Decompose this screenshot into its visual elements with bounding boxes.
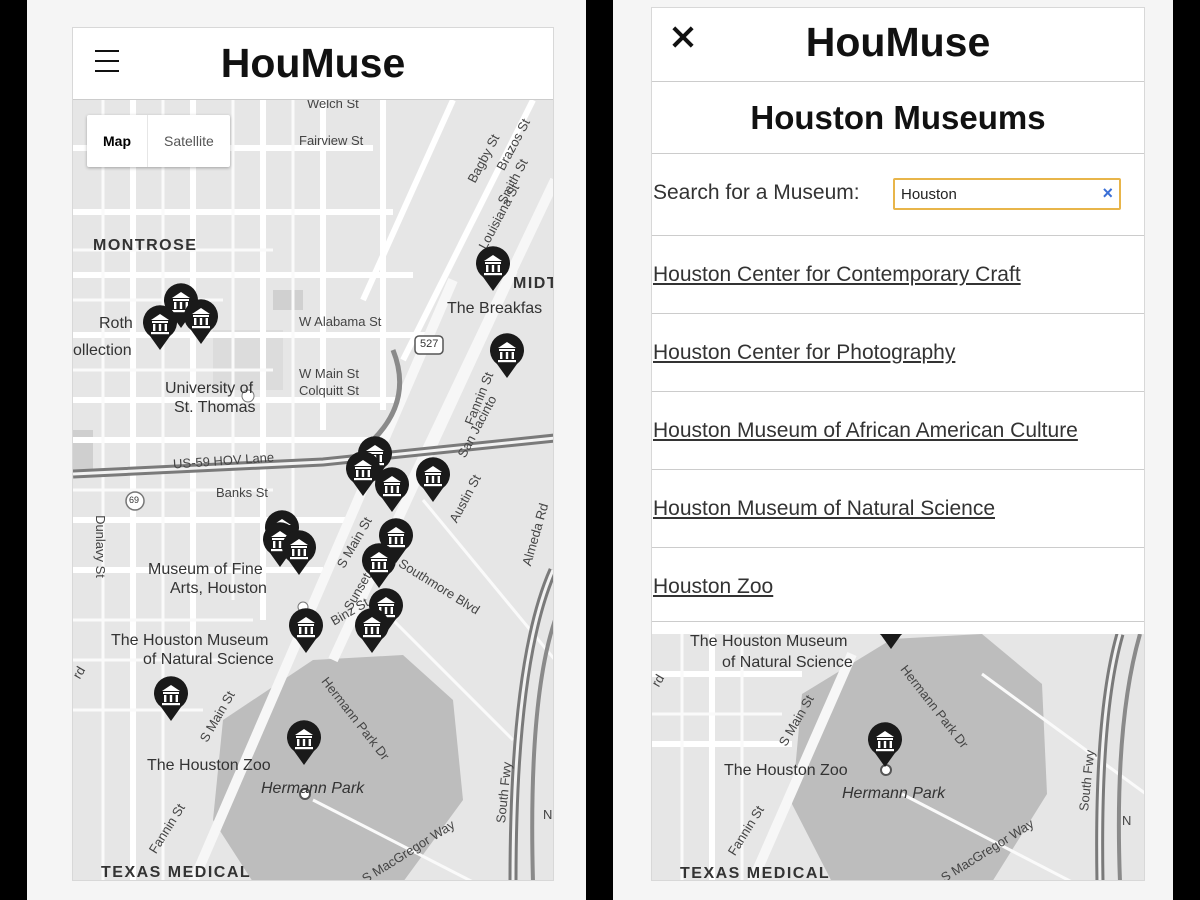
place-label: The Houston Museum <box>690 634 848 650</box>
museum-map[interactable]: Map Satellite Welch St Fairview St Bagby… <box>73 100 553 881</box>
museum-result-link[interactable]: Houston Center for Photography <box>653 341 955 365</box>
museum-pin-icon[interactable] <box>353 608 391 654</box>
place-label: St. Thomas <box>174 399 256 416</box>
museum-pin-icon[interactable] <box>182 299 220 345</box>
list-item: Houston Center for Photography <box>652 314 1144 392</box>
museum-pin-icon[interactable] <box>414 457 452 503</box>
phone-menu-view: HouMuse Houston Museums Search for a Mus… <box>651 7 1145 881</box>
place-label: University of <box>165 380 254 397</box>
museum-pin-icon[interactable] <box>474 246 512 292</box>
street-label: W Main St <box>299 366 359 381</box>
street-label: Welch St <box>307 100 359 111</box>
museum-pin-icon[interactable] <box>285 720 323 766</box>
list-item: Houston Museum of African American Cultu… <box>652 392 1144 470</box>
search-box: × <box>893 178 1121 210</box>
museum-search-input[interactable] <box>901 183 1091 205</box>
search-label: Search for a Museum: <box>653 181 860 204</box>
place-label: ollection <box>73 342 132 359</box>
map-type-control: Map Satellite <box>87 115 230 167</box>
museum-pin-icon[interactable] <box>872 634 910 650</box>
museum-pin-icon[interactable] <box>141 305 179 351</box>
museum-map[interactable]: The Houston Museum of Natural Science S … <box>652 634 1144 881</box>
list-item: Houston Museum of Natural Science <box>652 470 1144 548</box>
street-label: N <box>1122 813 1132 828</box>
museum-result-link[interactable]: Houston Museum of Natural Science <box>653 497 995 521</box>
museum-result-link[interactable]: Houston Zoo <box>653 575 773 599</box>
place-label: Museum of Fine <box>148 561 263 578</box>
app-title: HouMuse <box>805 19 991 65</box>
museum-pin-icon[interactable] <box>280 530 318 576</box>
place-label: The Houston Zoo <box>724 762 848 779</box>
route-number: 69 <box>129 495 140 505</box>
place-label: The Houston Museum <box>111 632 269 649</box>
museum-result-link[interactable]: Houston Museum of African American Cultu… <box>653 419 1078 443</box>
street-label: Fairview St <box>299 133 364 148</box>
museum-pin-icon[interactable] <box>373 467 411 513</box>
place-label: of Natural Science <box>143 651 274 668</box>
street-label: Colquitt St <box>299 383 359 398</box>
street-label: N <box>543 807 553 822</box>
street-label: W Alabama St <box>299 314 382 329</box>
museum-pin-icon[interactable] <box>152 676 190 722</box>
street-label: Dunlavy St <box>92 515 108 578</box>
museum-pin-icon[interactable] <box>866 722 904 768</box>
menu-heading: Houston Museums <box>652 82 1144 154</box>
list-item: Houston Center for Contemporary Craft <box>652 236 1144 314</box>
museum-menu: Houston Museums Search for a Museum: × H… <box>652 82 1144 622</box>
park-label: Hermann Park <box>842 785 946 802</box>
place-label: of Natural Science <box>722 654 853 671</box>
app-title: HouMuse <box>220 40 406 86</box>
map-type-satellite-button[interactable]: Satellite <box>147 115 230 167</box>
search-row: Search for a Museum: × <box>652 154 1144 236</box>
map-type-map-button[interactable]: Map <box>87 115 147 167</box>
place-label: The Breakfas <box>447 300 543 317</box>
right-screen: HouMuse Houston Museums Search for a Mus… <box>613 0 1173 900</box>
list-item: Houston Zoo <box>652 548 1144 622</box>
museum-pin-icon[interactable] <box>287 608 325 654</box>
street-label: Banks St <box>216 485 269 500</box>
area-label: TEXAS MEDICAL <box>680 865 831 881</box>
place-label: The Houston Zoo <box>147 757 271 774</box>
place-label: Roth <box>99 315 133 332</box>
app-header: HouMuse <box>73 28 553 100</box>
route-number: 527 <box>420 338 439 350</box>
phone-map-view: HouMuse Map Satellite Welch St Fairview … <box>72 27 554 881</box>
app-header: HouMuse <box>652 8 1144 82</box>
park-label: Hermann Park <box>261 780 365 797</box>
museum-result-link[interactable]: Houston Center for Contemporary Craft <box>653 263 1021 287</box>
area-label: MIDTO <box>513 275 553 292</box>
museum-pin-icon[interactable] <box>360 543 398 589</box>
museum-pin-icon[interactable] <box>488 333 526 379</box>
area-label: MONTROSE <box>93 237 198 254</box>
area-label: TEXAS MEDICAL <box>101 864 252 881</box>
place-label: Arts, Houston <box>170 580 267 597</box>
clear-search-icon[interactable]: × <box>1102 183 1113 204</box>
left-screen: HouMuse Map Satellite Welch St Fairview … <box>27 0 586 900</box>
